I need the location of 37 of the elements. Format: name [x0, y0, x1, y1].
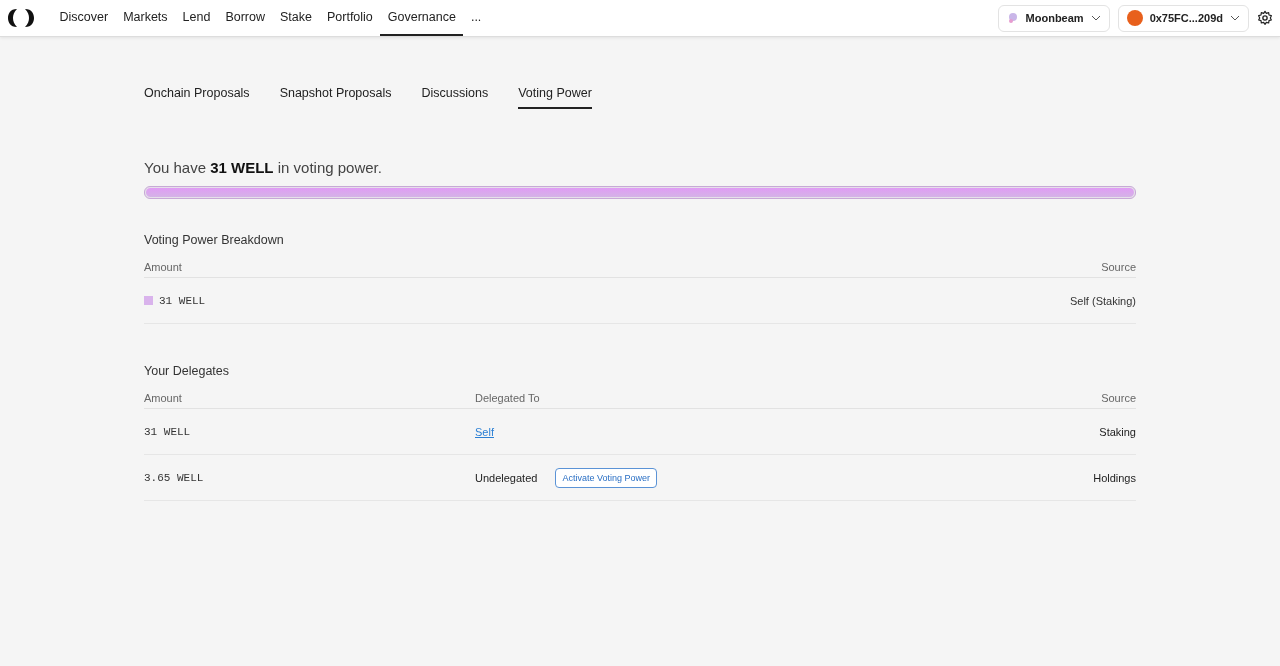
column-header: Amount [144, 261, 182, 273]
column-header: Delegated To [475, 392, 541, 404]
chevron-down-icon [1090, 15, 1101, 21]
source-cell: Self (Staking) [1069, 294, 1136, 307]
amount-cell: 31 WELL [159, 294, 206, 307]
nav-link[interactable]: Governance [380, 0, 464, 36]
source-cell: Holdings [1093, 471, 1136, 484]
settings-icon[interactable] [1257, 10, 1273, 26]
nav-link[interactable]: Lend [175, 0, 218, 36]
delegate-link[interactable]: Self [475, 425, 494, 438]
network-selector[interactable]: Moonbeam [997, 4, 1110, 32]
logo-icon[interactable] [7, 8, 35, 28]
nav-link[interactable]: Discover [52, 0, 116, 36]
column-header: Source [1101, 261, 1136, 273]
voting-power-summary: You have 31 WELL in voting power. [144, 159, 383, 176]
tab[interactable]: Onchain Proposals [144, 86, 250, 109]
delegation-status: Undelegated [475, 471, 538, 484]
column-header: Amount [144, 392, 183, 404]
tab[interactable]: Discussions [421, 86, 489, 109]
section-title: Your Delegates [144, 364, 231, 378]
nav-link[interactable]: Stake [272, 0, 320, 36]
account-selector[interactable]: 0x75FC...209d [1117, 4, 1249, 32]
column-header: Source [1101, 392, 1136, 404]
amount-cell-text: 31 WELL [144, 425, 192, 438]
amount-cell-text: 3.65 WELL [144, 471, 205, 484]
section-title: Voting Power Breakdown [144, 233, 285, 247]
activate-voting-power-button[interactable]: Activate Voting Power [555, 467, 657, 488]
source-cell: Staking [1099, 425, 1136, 438]
avatar-icon [1126, 10, 1143, 26]
nav-link[interactable]: ... [463, 0, 489, 36]
chevron-down-icon [1230, 15, 1240, 21]
tab[interactable]: Voting Power [518, 86, 592, 109]
nav-link[interactable]: Borrow [217, 0, 273, 36]
nav-link[interactable]: Portfolio [319, 0, 381, 36]
tab[interactable]: Snapshot Proposals [279, 86, 392, 109]
nav-link[interactable]: Markets [115, 0, 176, 36]
network-icon [1006, 12, 1019, 24]
